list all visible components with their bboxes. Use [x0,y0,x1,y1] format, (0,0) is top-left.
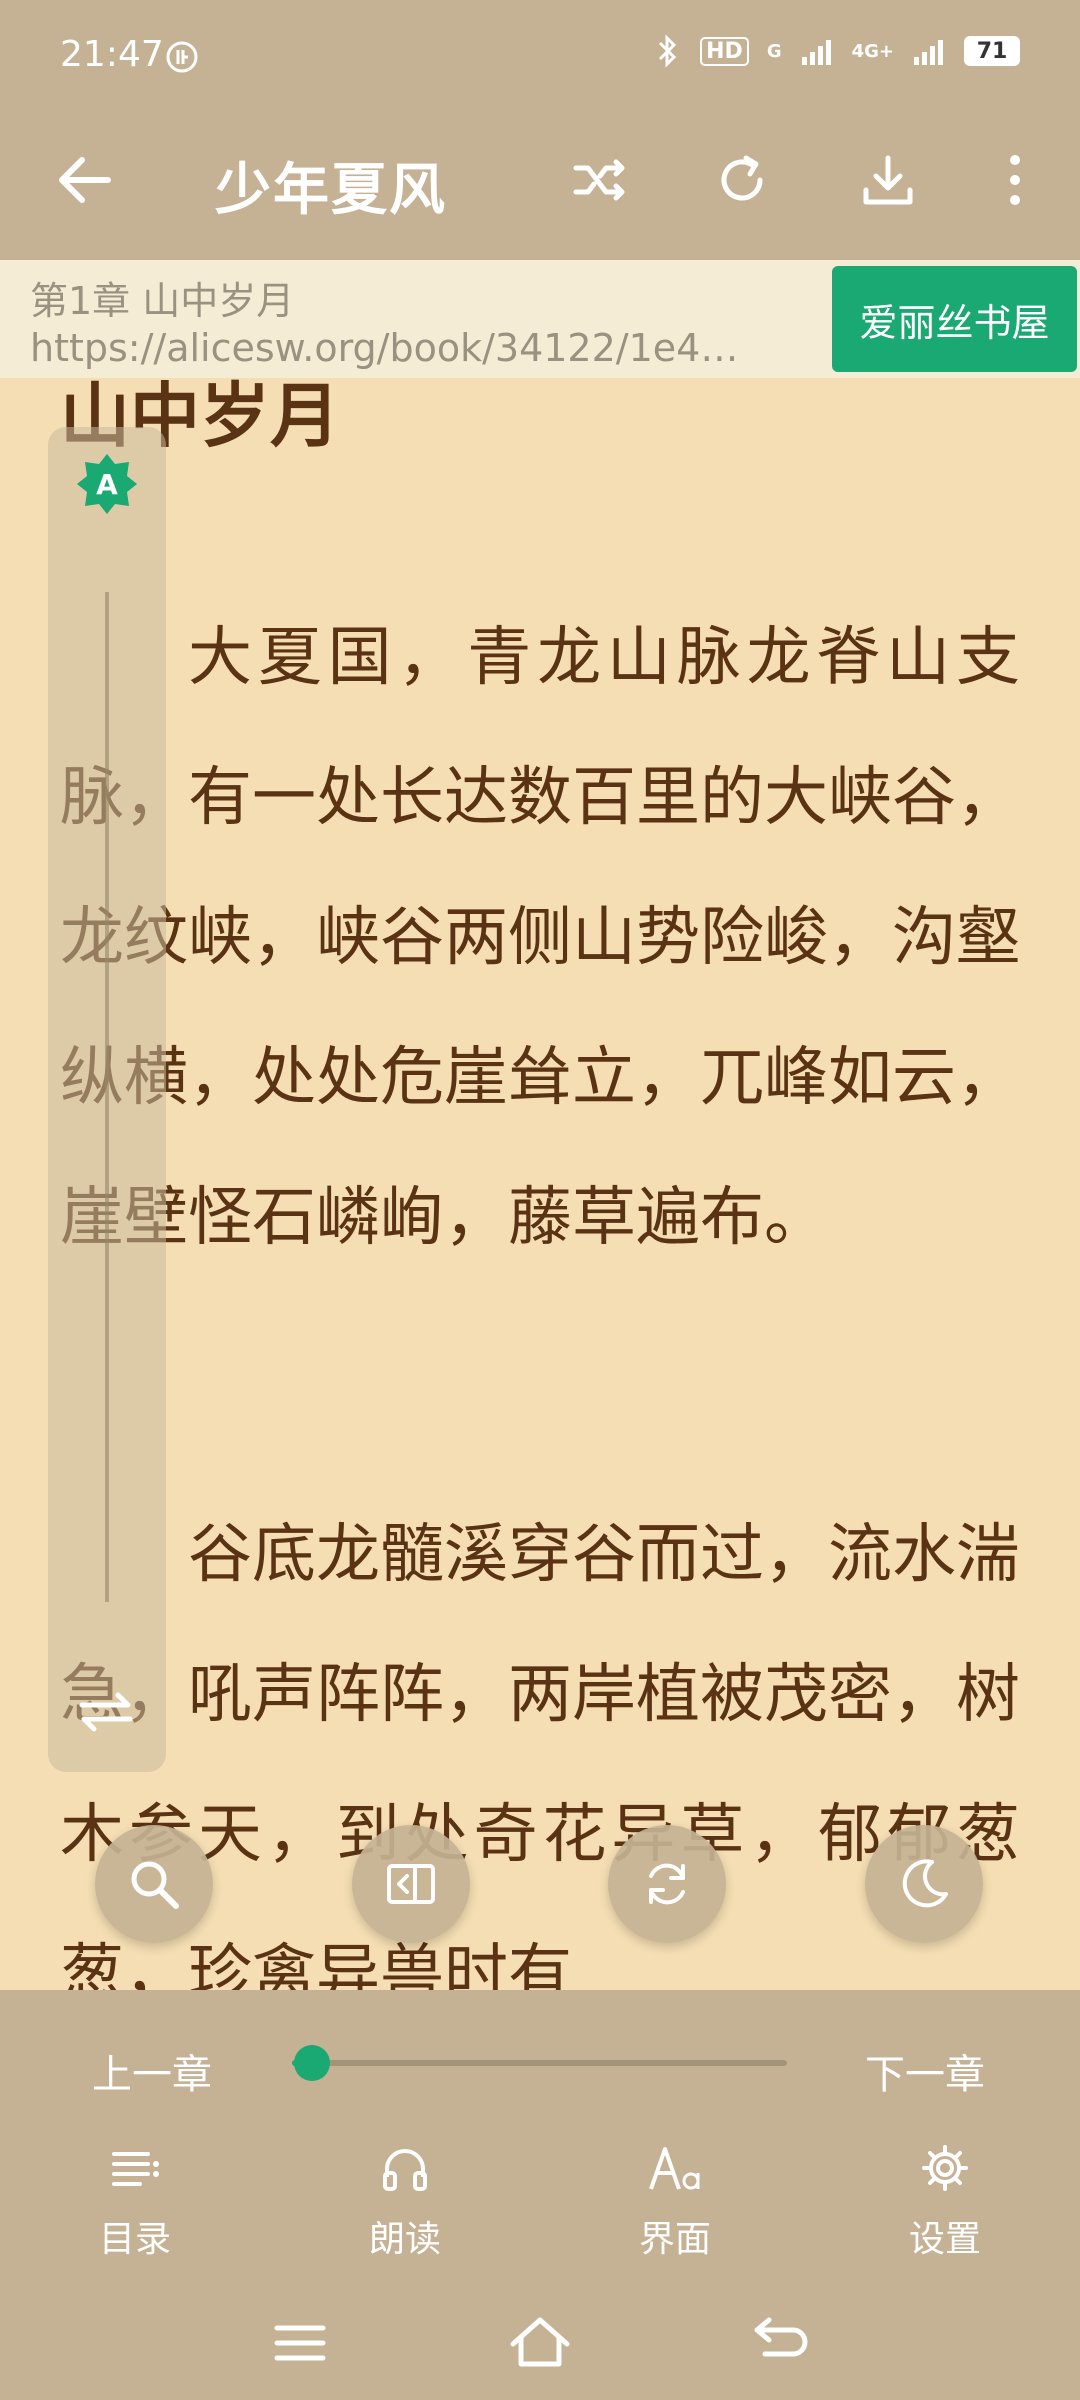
search-button[interactable] [95,1825,213,1943]
prev-chapter-button[interactable]: 上一章 [92,2042,212,2100]
shuffle-source-icon[interactable] [570,150,630,210]
search-icon [131,1861,179,1909]
signal-icon-1 [801,40,831,65]
menu-catalog[interactable]: 目录 [55,2138,215,2262]
back-nav-icon[interactable] [745,2308,815,2378]
moon-icon [902,1859,948,1908]
catalog-icon [112,2152,159,2186]
auto-page-button[interactable] [352,1825,470,1943]
status-time: 21:47 [60,34,164,75]
recent-apps-icon[interactable] [265,2308,335,2378]
next-chapter-button[interactable]: 下一章 [865,2042,985,2100]
top-toolbar: 少年夏风 [0,115,1080,260]
status-icons: HD G 4G+ 71 [652,34,1020,68]
bluetooth-icon [659,34,677,68]
chapter-info-bar: 第1章 山中岁月 https://alicesw.org/book/34122/… [0,260,1080,378]
menu-settings-label: 设置 [908,2219,981,2260]
battery-indicator: 71 [964,36,1020,66]
book-title: 少年夏风 [215,158,447,223]
menu-read-aloud[interactable]: 朗读 [325,2138,485,2262]
source-button[interactable]: 爱丽丝书屋 [832,266,1077,372]
paragraph-1: 大夏国，青龙山脉龙脊山支脉，有一处长达数百里的大峡谷，龙纹峡，峡谷两侧山势险峻，… [60,621,1020,1255]
chapter-progress-slider[interactable] [292,2045,787,2081]
more-options-icon[interactable] [985,150,1045,210]
night-mode-button[interactable] [865,1825,983,1943]
replace-icon [649,1863,685,1905]
status-bar: 21:47 HD G 4G+ 71 [0,0,1080,115]
network-4g-label: 4G+ [851,40,894,62]
back-arrow-icon[interactable] [50,145,120,215]
chapter-title: 第1章 山中岁月 [30,279,295,323]
menu-catalog-label: 目录 [98,2219,171,2260]
auto-page-icon [387,1864,435,1904]
auto-brightness-icon[interactable]: A [75,452,139,516]
headphones-icon [383,2149,427,2191]
system-nav-bar [0,2290,1080,2400]
side-brightness-panel[interactable]: A [48,427,166,1772]
menu-read-aloud-label: 朗读 [368,2219,441,2260]
swap-side-icon[interactable] [76,1687,136,1737]
home-icon[interactable] [505,2308,575,2378]
chapter-url[interactable]: https://alicesw.org/book/34122/1e4… [30,326,790,370]
menu-settings[interactable]: 设置 [865,2138,1025,2262]
reading-content[interactable]: 山中岁月 大夏国，青龙山脉龙脊山支脉，有一处长达数百里的大峡谷，龙纹峡，峡谷两侧… [60,330,1020,1990]
refresh-icon[interactable] [712,150,772,210]
progress-thumb[interactable] [293,2045,330,2081]
gear-icon [922,2145,968,2191]
menu-interface[interactable]: 界面 [595,2138,755,2262]
menu-interface-label: 界面 [638,2219,711,2260]
signal-icon-2 [914,40,943,65]
brightness-slider-track[interactable] [105,592,109,1602]
network-g-label: G [766,40,782,62]
download-icon[interactable] [858,150,918,210]
auto-badge-label: A [96,468,118,501]
font-style-icon [649,2147,700,2190]
hd-badge: HD [700,36,749,66]
notification-icon [166,41,198,73]
replace-button[interactable] [608,1825,726,1943]
